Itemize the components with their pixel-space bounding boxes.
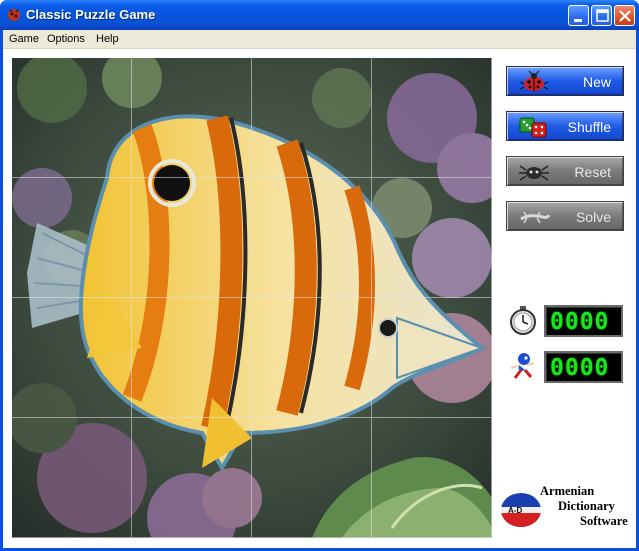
puzzle-tile[interactable] (12, 418, 132, 538)
puzzle-tile[interactable] (132, 418, 252, 538)
menu-game[interactable]: Game (9, 32, 39, 47)
puzzle-board[interactable] (12, 58, 492, 538)
close-icon (619, 10, 631, 22)
maximize-button[interactable] (591, 5, 612, 26)
app-icon (8, 9, 20, 21)
brand-line-3: Software (580, 514, 628, 528)
stopwatch-icon (510, 306, 536, 335)
puzzle-tile[interactable] (132, 58, 252, 178)
time-display: 0000 (544, 305, 623, 337)
brand-text: Armenian Dictionary Software (540, 484, 632, 529)
runner-icon (510, 353, 535, 379)
puzzle-tile[interactable] (12, 178, 132, 298)
minimize-button[interactable] (568, 5, 589, 26)
client-area: Game Options Help New Shuffle Reset Solv… (3, 30, 636, 548)
shuffle-button-label: Shuffle (567, 119, 611, 135)
solve-button[interactable]: Solve (506, 201, 624, 231)
puzzle-tile[interactable] (132, 178, 252, 298)
puzzle-tile[interactable] (372, 298, 492, 418)
puzzle-tile[interactable] (252, 178, 372, 298)
menu-help[interactable]: Help (96, 32, 119, 47)
moves-digits: 0000 (550, 355, 610, 381)
menu-bar: Game Options Help (3, 30, 636, 49)
puzzle-tile[interactable] (252, 418, 372, 538)
lizard-icon (520, 211, 551, 224)
menu-options[interactable]: Options (47, 32, 85, 47)
brand-line-2: Dictionary (558, 499, 615, 513)
title-bar[interactable]: Classic Puzzle Game (0, 0, 639, 30)
ladybug-icon (519, 70, 549, 91)
dice-icon (519, 117, 547, 138)
maximize-icon (596, 9, 609, 22)
bug-icon (519, 165, 549, 181)
solve-button-label: Solve (575, 209, 611, 225)
minimize-icon (574, 19, 582, 22)
close-button[interactable] (614, 5, 635, 26)
shuffle-button[interactable]: Shuffle (506, 111, 624, 141)
time-digits: 0000 (550, 309, 610, 335)
puzzle-tile[interactable] (12, 298, 132, 418)
puzzle-tile[interactable] (372, 58, 492, 178)
puzzle-tile[interactable] (132, 298, 252, 418)
new-button[interactable]: New (506, 66, 624, 96)
new-button-label: New (582, 74, 611, 90)
svg-text:A-D: A-D (508, 506, 522, 515)
app-window: Classic Puzzle Game Game Options Help Ne… (0, 0, 639, 551)
moves-display: 0000 (544, 351, 623, 383)
puzzle-tile[interactable] (252, 58, 372, 178)
puzzle-tile[interactable] (252, 298, 372, 418)
reset-button[interactable]: Reset (506, 156, 624, 186)
puzzle-tile[interactable] (372, 418, 492, 538)
brand-line-1: Armenian (540, 484, 595, 498)
window-title: Classic Puzzle Game (26, 7, 156, 22)
reset-button-label: Reset (574, 164, 611, 180)
puzzle-tile[interactable] (372, 178, 492, 298)
puzzle-tile[interactable] (12, 58, 132, 178)
